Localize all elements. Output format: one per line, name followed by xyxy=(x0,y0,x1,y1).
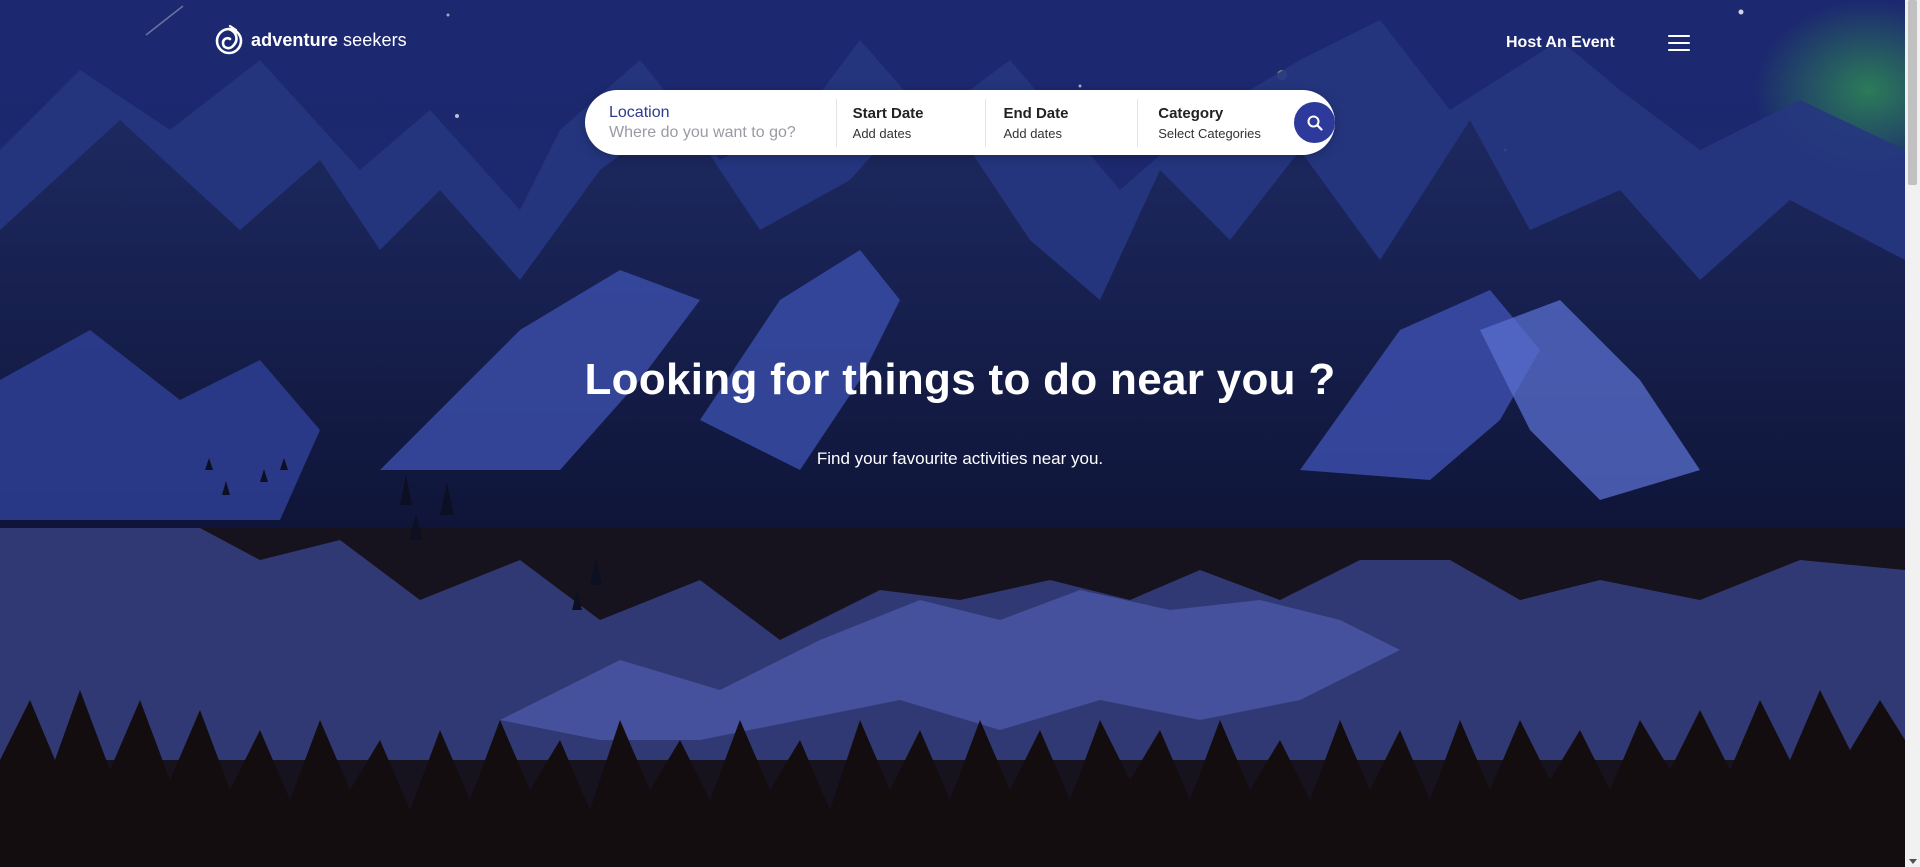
menu-line xyxy=(1668,35,1690,37)
category-label: Category xyxy=(1158,104,1224,122)
host-event-link[interactable]: Host An Event xyxy=(1506,34,1615,52)
page-scrollbar[interactable] xyxy=(1905,0,1920,867)
end-date-field[interactable]: End Date Add dates xyxy=(986,90,1137,155)
search-button[interactable] xyxy=(1294,102,1335,143)
page: adventure seekers Host An Event Location… xyxy=(0,0,1920,867)
menu-line xyxy=(1668,49,1690,51)
search-bar: Location Start Date Add dates End Date A… xyxy=(585,90,1335,155)
menu-line xyxy=(1668,42,1690,44)
hero-title: Looking for things to do near you ? xyxy=(584,355,1336,404)
brand-name: adventure seekers xyxy=(251,30,407,51)
search-icon xyxy=(1307,115,1323,131)
scroll-down-arrow-icon[interactable] xyxy=(1909,859,1917,864)
brand-logo[interactable]: adventure seekers xyxy=(213,24,407,56)
end-date-value: Add dates xyxy=(1003,125,1062,141)
swirl-logo-icon xyxy=(215,24,243,55)
location-field[interactable]: Location xyxy=(585,90,836,155)
hamburger-menu-icon[interactable] xyxy=(1668,33,1690,53)
location-label: Location xyxy=(609,104,670,121)
start-date-field[interactable]: Start Date Add dates xyxy=(837,90,986,155)
location-input[interactable] xyxy=(609,124,824,142)
end-date-label: End Date xyxy=(1003,104,1069,122)
hero-subtitle: Find your favourite activities near you. xyxy=(816,449,1104,468)
start-date-label: Start Date xyxy=(852,104,924,122)
category-value: Select Categories xyxy=(1158,125,1261,141)
brand-name-light: seekers xyxy=(343,29,407,50)
category-field[interactable]: Category Select Categories xyxy=(1138,90,1286,155)
brand-name-bold: adventure xyxy=(251,29,338,50)
start-date-value: Add dates xyxy=(852,125,912,141)
scrollbar-thumb[interactable] xyxy=(1908,0,1917,185)
